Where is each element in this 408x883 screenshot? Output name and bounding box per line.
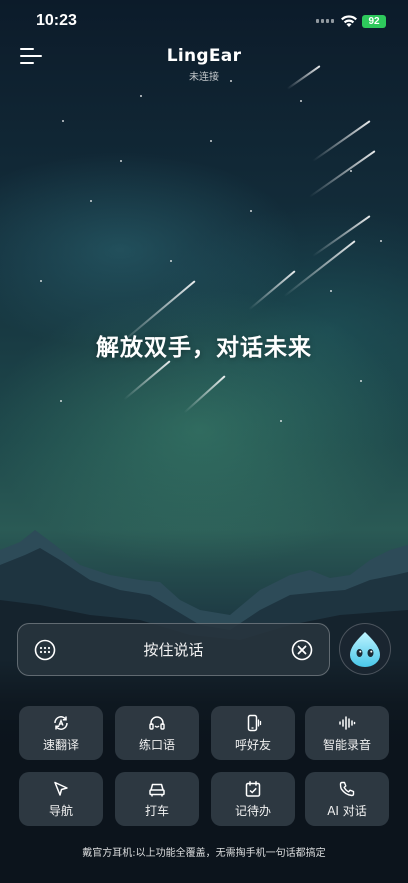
feature-navigation-label: 导航 bbox=[48, 803, 73, 818]
navigation-arrow-icon bbox=[54, 781, 68, 796]
status-time: 10:23 bbox=[36, 12, 77, 29]
wifi-icon bbox=[341, 15, 357, 27]
feature-taxi[interactable]: 打车 bbox=[115, 772, 199, 826]
feature-speaking-label: 练口语 bbox=[138, 737, 175, 752]
feature-recording-label: 智能录音 bbox=[322, 737, 371, 752]
app-title: LingEar bbox=[166, 46, 242, 66]
feature-translate-label: 速翻译 bbox=[42, 737, 79, 752]
feature-taxi-label: 打车 bbox=[144, 803, 169, 818]
calendar-check-icon bbox=[245, 780, 261, 797]
translate-icon bbox=[54, 715, 68, 730]
feature-translate[interactable]: 速翻译 bbox=[19, 706, 103, 760]
phone-call-icon bbox=[339, 781, 355, 796]
battery-icon: 92 bbox=[362, 15, 386, 28]
hero-slogan: 解放双手，对话未来 bbox=[96, 335, 312, 361]
header: LingEar 未连接 bbox=[0, 46, 408, 83]
footer-tip: 戴官方耳机:以上功能全覆盖，无需掏手机一句话都搞定 bbox=[82, 848, 326, 859]
feature-ai-chat-label: AI 对话 bbox=[327, 803, 367, 818]
waveform-icon bbox=[339, 715, 356, 730]
feature-smart-recording[interactable]: 智能录音 bbox=[305, 706, 389, 760]
feature-todo-label: 记待办 bbox=[234, 803, 271, 818]
keyboard-icon[interactable] bbox=[34, 639, 56, 661]
car-icon bbox=[149, 783, 165, 796]
signal-icon bbox=[316, 19, 334, 23]
connection-status: 未连接 bbox=[189, 72, 219, 83]
feature-speaking-practice[interactable]: 练口语 bbox=[115, 706, 199, 760]
headset-icon bbox=[149, 715, 165, 730]
feature-navigation[interactable]: 导航 bbox=[19, 772, 103, 826]
status-bar: 10:23 92 bbox=[0, 0, 408, 44]
feature-todo[interactable]: 记待办 bbox=[211, 772, 295, 826]
phone-vibrate-icon bbox=[247, 714, 262, 731]
feature-ai-chat[interactable]: AI 对话 bbox=[305, 772, 389, 826]
hold-to-talk-label: 按住说话 bbox=[143, 641, 204, 659]
mascot-icon bbox=[350, 632, 380, 667]
hold-to-talk-button[interactable]: 按住说话 bbox=[17, 623, 330, 676]
feature-call-friend[interactable]: 呼好友 bbox=[211, 706, 295, 760]
close-icon[interactable] bbox=[291, 639, 313, 661]
assistant-mascot-button[interactable] bbox=[339, 623, 391, 675]
feature-call-friend-label: 呼好友 bbox=[234, 737, 271, 752]
